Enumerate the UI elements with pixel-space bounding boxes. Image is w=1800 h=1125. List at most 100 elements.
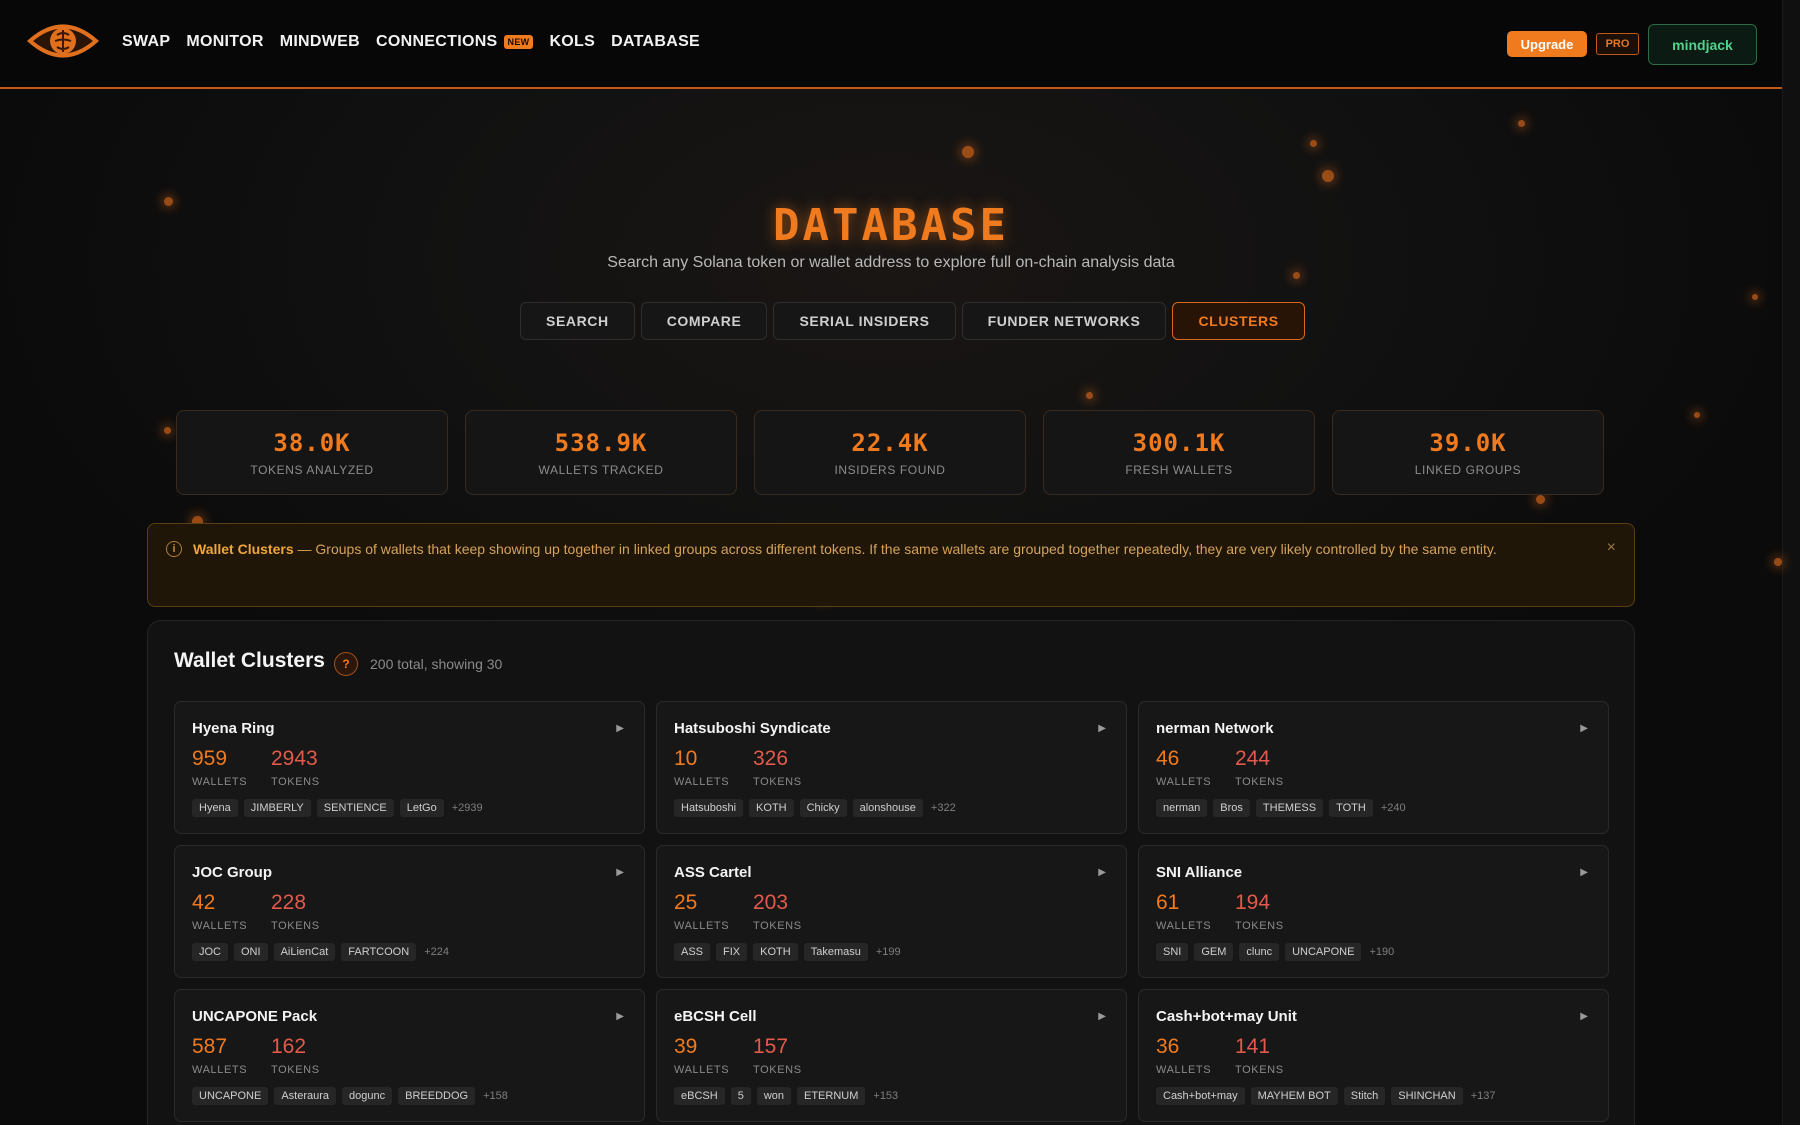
wallets-count: 10	[674, 747, 698, 770]
play-icon[interactable]: ▶	[1098, 867, 1106, 878]
stat-card-insiders-found: 22.4K INSIDERS FOUND	[754, 410, 1026, 495]
token-tag[interactable]: nerman	[1156, 799, 1208, 817]
wallets-count: 959	[192, 747, 228, 770]
token-tag[interactable]: AiLienCat	[273, 943, 336, 961]
tab-compare[interactable]: COMPARE	[640, 302, 768, 340]
stat-card-fresh-wallets: 300.1K FRESH WALLETS	[1043, 410, 1315, 495]
token-tag[interactable]: Cash+bot+may	[1156, 1087, 1245, 1105]
wallets-count: 61	[1156, 891, 1180, 914]
cluster-card[interactable]: JOC Group ▶ 42 228 WALLETS TOKENS JOC ON…	[174, 845, 645, 978]
particle-dot	[1518, 120, 1525, 127]
token-tag[interactable]: KOTH	[749, 799, 794, 817]
tab-serial-insiders[interactable]: SERIAL INSIDERS	[773, 302, 956, 340]
token-tag[interactable]: Asteraura	[274, 1087, 337, 1105]
nav-kols[interactable]: KOLS	[549, 33, 595, 51]
user-account-button[interactable]: mindjack	[1648, 24, 1757, 65]
token-tag[interactable]: Bros	[1213, 799, 1250, 817]
cluster-card[interactable]: nerman Network ▶ 46 244 WALLETS TOKENS n…	[1138, 701, 1609, 834]
token-tag[interactable]: Takemasu	[803, 943, 868, 961]
nav-database[interactable]: DATABASE	[611, 33, 700, 51]
play-icon[interactable]: ▶	[1580, 1011, 1588, 1022]
cluster-name: Cash+bot+may Unit	[1156, 1008, 1297, 1025]
play-icon[interactable]: ▶	[616, 867, 624, 878]
particle-dot	[1310, 140, 1317, 147]
more-tokens-count: +199	[875, 946, 901, 958]
play-icon[interactable]: ▶	[1580, 867, 1588, 878]
tokens-label: TOKENS	[1235, 920, 1284, 932]
close-icon[interactable]: ×	[1607, 539, 1616, 557]
token-tag[interactable]: UNCAPONE	[1285, 943, 1362, 961]
tokens-label: TOKENS	[271, 920, 320, 932]
token-tag[interactable]: TOTH	[1329, 799, 1373, 817]
more-tokens-count: +322	[930, 802, 956, 814]
main-nav: SWAP MONITOR MINDWEB CONNECTIONS NEW KOLS…	[122, 33, 716, 51]
more-tokens-count: +224	[424, 946, 449, 958]
wallets-label: WALLETS	[192, 1064, 248, 1076]
more-tokens-count: +190	[1369, 946, 1395, 958]
token-tags: eBCSH 5 won ETERNUM +153	[674, 1087, 898, 1105]
token-tag[interactable]: Hyena	[192, 799, 238, 817]
cluster-card[interactable]: ASS Cartel ▶ 25 203 WALLETS TOKENS ASS F…	[656, 845, 1127, 978]
particle-dot	[1752, 294, 1758, 300]
play-icon[interactable]: ▶	[616, 723, 624, 734]
token-tag[interactable]: FARTCOON	[341, 943, 417, 961]
cluster-card[interactable]: SNI Alliance ▶ 61 194 WALLETS TOKENS SNI…	[1138, 845, 1609, 978]
token-tag[interactable]: ASS	[674, 943, 711, 961]
token-tag[interactable]: SHINCHAN	[1391, 1087, 1463, 1105]
brain-eye-logo-icon[interactable]	[26, 16, 100, 66]
help-icon[interactable]: ?	[334, 652, 358, 676]
cluster-card[interactable]: UNCAPONE Pack ▶ 587 162 WALLETS TOKENS U…	[174, 989, 645, 1122]
token-tag[interactable]: JIMBERLY	[243, 799, 311, 817]
tokens-count: 228	[271, 891, 307, 914]
token-tag[interactable]: SNI	[1156, 943, 1189, 961]
token-tag[interactable]: BREEDDOG	[398, 1087, 476, 1105]
token-tag[interactable]: GEM	[1194, 943, 1234, 961]
cluster-card[interactable]: Hyena Ring ▶ 959 2943 WALLETS TOKENS Hye…	[174, 701, 645, 834]
upgrade-button[interactable]: Upgrade	[1507, 31, 1587, 57]
more-tokens-count: +2939	[451, 802, 483, 814]
token-tag[interactable]: JOC	[192, 943, 228, 961]
token-tag[interactable]: MAYHEM BOT	[1250, 1087, 1338, 1105]
tab-funder-networks[interactable]: FUNDER NETWORKS	[961, 302, 1167, 340]
token-tag[interactable]: Chicky	[799, 799, 847, 817]
tab-search[interactable]: SEARCH	[520, 302, 635, 340]
cluster-name: nerman Network	[1156, 720, 1274, 737]
nav-monitor[interactable]: MONITOR	[186, 33, 263, 51]
token-tag[interactable]: UNCAPONE	[192, 1087, 269, 1105]
token-tag[interactable]: LetGo	[399, 799, 444, 817]
token-tag[interactable]: dogunc	[342, 1087, 393, 1105]
database-tabs: SEARCH COMPARE SERIAL INSIDERS FUNDER NE…	[520, 302, 1311, 340]
nav-swap[interactable]: SWAP	[122, 33, 170, 51]
nav-connections[interactable]: CONNECTIONS NEW	[376, 33, 534, 51]
stat-value: 538.9K	[554, 428, 648, 457]
info-description: — Groups of wallets that keep showing up…	[293, 541, 1497, 557]
play-icon[interactable]: ▶	[1098, 1011, 1106, 1022]
particle-dot	[1086, 392, 1093, 399]
cluster-card[interactable]: Cash+bot+may Unit ▶ 36 141 WALLETS TOKEN…	[1138, 989, 1609, 1122]
cluster-card[interactable]: Hatsuboshi Syndicate ▶ 10 326 WALLETS TO…	[656, 701, 1127, 834]
token-tag[interactable]: alonshouse	[852, 799, 923, 817]
cluster-name: JOC Group	[192, 864, 273, 881]
token-tag[interactable]: THEMESS	[1255, 799, 1324, 817]
new-badge: NEW	[503, 35, 534, 49]
token-tag[interactable]: ETERNUM	[797, 1087, 866, 1105]
cluster-card[interactable]: eBCSH Cell ▶ 39 157 WALLETS TOKENS eBCSH…	[656, 989, 1127, 1122]
token-tag[interactable]: FIX	[716, 943, 748, 961]
play-icon[interactable]: ▶	[616, 1011, 624, 1022]
token-tag[interactable]: ONI	[234, 943, 268, 961]
play-icon[interactable]: ▶	[1098, 723, 1106, 734]
token-tag[interactable]: SENTIENCE	[316, 799, 394, 817]
token-tag[interactable]: eBCSH	[674, 1087, 725, 1105]
token-tag[interactable]: won	[756, 1087, 791, 1105]
tokens-label: TOKENS	[271, 1064, 320, 1076]
particle-dot	[962, 146, 974, 158]
token-tag[interactable]: KOTH	[753, 943, 798, 961]
token-tag[interactable]: 5	[730, 1087, 751, 1105]
token-tag[interactable]: Stitch	[1343, 1087, 1386, 1105]
token-tag[interactable]: Hatsuboshi	[674, 799, 744, 817]
scrollbar-track[interactable]	[1782, 0, 1800, 1125]
tab-clusters[interactable]: CLUSTERS	[1172, 302, 1305, 340]
nav-mindweb[interactable]: MINDWEB	[280, 33, 360, 51]
token-tag[interactable]: clunc	[1239, 943, 1280, 961]
play-icon[interactable]: ▶	[1580, 723, 1588, 734]
